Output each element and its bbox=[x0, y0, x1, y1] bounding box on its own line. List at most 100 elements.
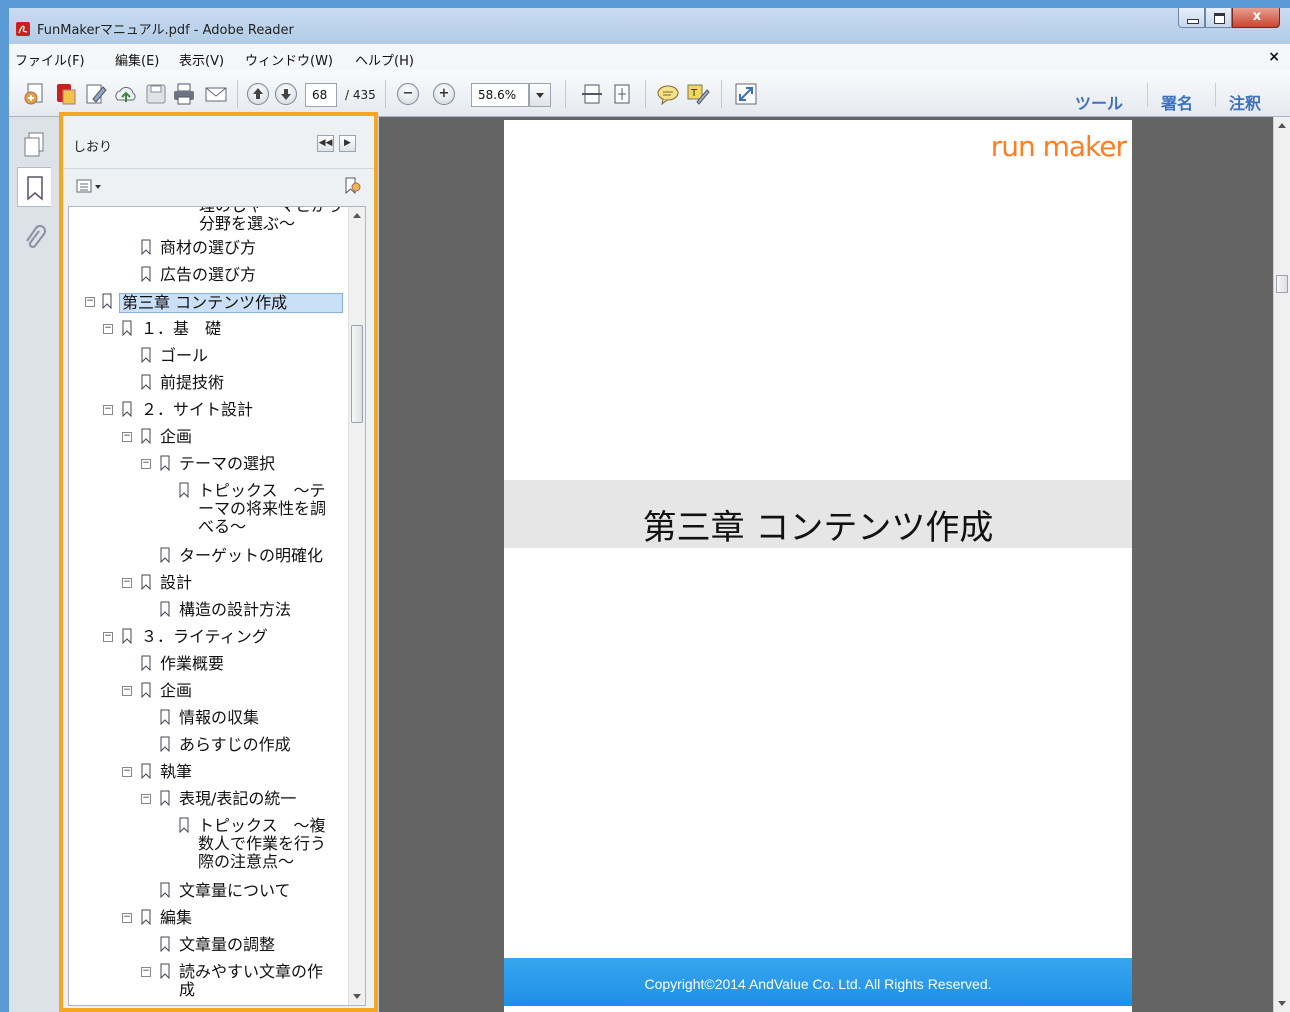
menu-view[interactable]: 表示(V) bbox=[179, 50, 224, 69]
panel-menu-button[interactable]: ▶ bbox=[339, 135, 356, 152]
bookmark-label[interactable]: 構造の設計方法 bbox=[179, 601, 291, 619]
chapter-band-top bbox=[504, 480, 1132, 498]
scrollbar-thumb[interactable] bbox=[351, 325, 363, 423]
close-document-button[interactable]: × bbox=[1268, 49, 1280, 65]
email-icon[interactable] bbox=[203, 82, 229, 106]
bookmark-label[interactable]: トピックス 〜複 数人で作業を行う 際の注意点〜 bbox=[198, 817, 346, 871]
bookmark-label[interactable]: テーマの選択 bbox=[179, 455, 275, 473]
options-menu-icon[interactable] bbox=[76, 178, 102, 194]
collapse-toggle[interactable]: − bbox=[122, 432, 132, 442]
bookmark-label[interactable]: 企画 bbox=[160, 682, 192, 700]
fit-width-icon[interactable] bbox=[579, 82, 605, 106]
bookmark-label[interactable]: １．基 礎 bbox=[141, 320, 221, 338]
bookmark-icon bbox=[160, 455, 170, 471]
document-scrollbar[interactable] bbox=[1273, 117, 1290, 1012]
new-bookmark-icon[interactable] bbox=[342, 175, 362, 195]
sticky-note-icon[interactable] bbox=[655, 82, 681, 106]
menu-window[interactable]: ウィンドウ(W) bbox=[245, 50, 333, 69]
bookmark-label[interactable]: 表現/表記の統一 bbox=[179, 790, 296, 808]
bookmark-label[interactable]: 前提技術 bbox=[160, 374, 224, 392]
bookmark-icon bbox=[141, 909, 151, 925]
bookmark-label[interactable]: 読みやすい文章の作 成 bbox=[179, 963, 344, 999]
bookmark-icon bbox=[179, 482, 189, 498]
bookmark-label[interactable]: 文章量の調整 bbox=[179, 936, 275, 954]
next-page-button[interactable] bbox=[275, 83, 297, 105]
toolbar-separator bbox=[385, 80, 386, 108]
bookmark-label[interactable]: 設計 bbox=[160, 574, 192, 592]
cloud-upload-icon[interactable] bbox=[113, 82, 139, 106]
collapse-toggle[interactable]: − bbox=[103, 405, 113, 415]
document-viewer[interactable]: run maker 第三章 コンテンツ作成 Copyright©2014 And… bbox=[379, 117, 1273, 1012]
sign-pane-button[interactable]: 署名 bbox=[1161, 90, 1193, 114]
bookmark-icon bbox=[160, 601, 170, 617]
bookmarks-scrollbar[interactable] bbox=[348, 207, 365, 1005]
tools-pane-button[interactable]: ツール bbox=[1075, 90, 1123, 114]
document-scrollbar-thumb[interactable] bbox=[1276, 275, 1288, 293]
bookmark-icon bbox=[179, 817, 189, 833]
collapse-toggle[interactable]: − bbox=[85, 297, 95, 307]
create-pdf-icon[interactable] bbox=[23, 82, 49, 106]
print-icon[interactable] bbox=[171, 82, 197, 106]
attachments-icon[interactable] bbox=[19, 223, 51, 257]
zoom-in-button[interactable]: + bbox=[433, 83, 455, 105]
bookmark-label[interactable]: 執筆 bbox=[160, 763, 192, 781]
bookmark-label[interactable]: 理のじャーマとかう 分野を選ぶ〜 bbox=[199, 207, 343, 233]
bookmark-label[interactable]: 企画 bbox=[160, 428, 192, 446]
bookmark-label[interactable]: 文章量について bbox=[179, 882, 291, 900]
bookmark-icon bbox=[102, 293, 112, 309]
maximize-button[interactable] bbox=[1205, 8, 1232, 28]
previous-page-button[interactable] bbox=[247, 83, 269, 105]
collapse-panel-button[interactable]: ◀◀ bbox=[317, 135, 334, 152]
bookmark-icon[interactable] bbox=[19, 172, 51, 206]
collapse-toggle[interactable]: − bbox=[122, 686, 132, 696]
bookmarks-toolbar bbox=[63, 168, 374, 203]
scroll-up-arrow-icon[interactable] bbox=[353, 213, 361, 218]
title-bar: FunMakerマニュアル.pdf - Adobe Reader x bbox=[9, 8, 1290, 44]
comment-pane-button[interactable]: 注釈 bbox=[1229, 90, 1261, 114]
full-screen-icon[interactable] bbox=[733, 82, 759, 106]
bookmark-label[interactable]: ２．サイト設計 bbox=[141, 401, 253, 419]
zoom-dropdown-button[interactable] bbox=[529, 83, 551, 107]
close-icon: x bbox=[1252, 9, 1262, 24]
bookmark-label[interactable]: ターゲットの明確化 bbox=[179, 547, 323, 565]
bookmark-label[interactable]: 作業概要 bbox=[160, 655, 224, 673]
bookmark-label[interactable]: 編集 bbox=[160, 909, 192, 927]
collapse-toggle[interactable]: − bbox=[122, 578, 132, 588]
scroll-down-arrow-icon[interactable] bbox=[353, 994, 361, 999]
pdf-file-icon bbox=[16, 22, 30, 36]
menu-file[interactable]: ファイル(F) bbox=[15, 50, 85, 69]
save-icon[interactable] bbox=[143, 82, 169, 106]
bookmark-label[interactable]: あらすじの作成 bbox=[179, 736, 291, 754]
menu-help[interactable]: ヘルプ(H) bbox=[355, 50, 414, 69]
collapse-toggle[interactable]: − bbox=[141, 967, 151, 977]
bookmark-label[interactable]: トピックス 〜テ ーマの将来性を調 べる〜 bbox=[198, 482, 346, 536]
bookmark-label-selected[interactable]: 第三章 コンテンツ作成 bbox=[119, 293, 343, 313]
collapse-toggle[interactable]: − bbox=[122, 913, 132, 923]
close-window-button[interactable]: x bbox=[1232, 8, 1280, 28]
fit-page-icon[interactable] bbox=[609, 82, 635, 106]
collapse-toggle[interactable]: − bbox=[141, 794, 151, 804]
scroll-up-arrow-icon[interactable] bbox=[1278, 123, 1286, 128]
highlight-text-icon[interactable]: T bbox=[685, 82, 711, 106]
bookmark-icon bbox=[141, 428, 151, 444]
toolbar-separator bbox=[1147, 83, 1148, 107]
collapse-toggle[interactable]: − bbox=[103, 632, 113, 642]
edit-pdf-icon[interactable] bbox=[83, 82, 109, 106]
bookmark-label[interactable]: 情報の収集 bbox=[179, 709, 259, 727]
collapse-toggle[interactable]: − bbox=[122, 767, 132, 777]
zoom-level-input[interactable]: 58.6% bbox=[471, 83, 529, 107]
page-total: / 435 bbox=[345, 88, 376, 102]
scroll-down-arrow-icon[interactable] bbox=[1278, 1001, 1286, 1006]
zoom-out-button[interactable]: − bbox=[397, 83, 419, 105]
bookmark-label[interactable]: ３．ライティング bbox=[141, 628, 268, 646]
page-thumbnails-icon[interactable] bbox=[19, 129, 51, 163]
bookmark-label[interactable]: 商材の選び方 bbox=[160, 239, 256, 257]
combine-files-icon[interactable] bbox=[53, 82, 79, 106]
page-number-input[interactable]: 68 bbox=[305, 83, 337, 107]
bookmark-label[interactable]: ゴール bbox=[160, 347, 208, 365]
collapse-toggle[interactable]: − bbox=[141, 459, 151, 469]
bookmark-label[interactable]: 広告の選び方 bbox=[160, 266, 256, 284]
collapse-toggle[interactable]: − bbox=[103, 324, 113, 334]
menu-edit[interactable]: 編集(E) bbox=[115, 50, 159, 69]
minimize-button[interactable] bbox=[1178, 8, 1205, 28]
